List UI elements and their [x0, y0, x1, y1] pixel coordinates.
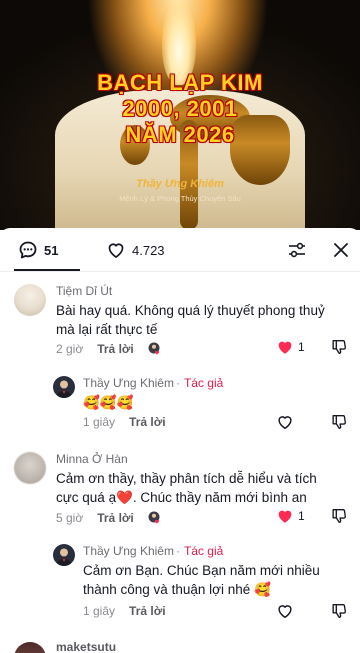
author-avatar-icon	[56, 380, 72, 398]
reply-meta: 1 giây Trả lời	[83, 604, 166, 618]
comment-time: 2 giờ	[56, 342, 84, 356]
comment-item: maketsutu	[0, 632, 360, 653]
tab-comments[interactable]: 51	[18, 240, 58, 260]
comment-username[interactable]: Minna Ở Hàn	[56, 452, 128, 466]
reply-text: Cảm ơn Bạn. Chúc Bạn năm mới nhiều thành…	[83, 563, 320, 597]
avatar[interactable]	[53, 376, 75, 398]
comment-item: Tiệm Dỉ Út Bài hay quá. Không quá lý thu…	[0, 272, 360, 422]
dislike-icon[interactable]	[330, 507, 348, 525]
comments-sheet: 51 4.723 Tiệm Dỉ Út Bài hay quá. Không q…	[0, 228, 360, 653]
reply-button[interactable]: Trả lời	[97, 511, 134, 525]
dislike-icon[interactable]	[330, 338, 348, 356]
reply-text: 🥰🥰🥰	[83, 395, 134, 410]
author-tag: Tác giả	[183, 544, 224, 558]
separator-dot: ·	[175, 544, 180, 558]
dislike-icon[interactable]	[330, 413, 348, 431]
tab-likes[interactable]: 4.723	[106, 240, 165, 260]
comments-header: 51 4.723	[0, 228, 360, 272]
avatar[interactable]	[14, 642, 46, 653]
active-tab-indicator	[14, 269, 80, 271]
comment-meta: 2 giờ Trả lời	[56, 342, 162, 356]
author-liked-avatar-icon	[148, 511, 160, 524]
heart-filled-icon	[278, 341, 292, 354]
author-liked-avatar-icon	[148, 342, 160, 355]
close-icon[interactable]	[331, 240, 351, 260]
comment-meta: 5 giờ Trả lời	[56, 511, 162, 525]
separator-dot: ·	[175, 376, 180, 390]
filter-sliders-icon[interactable]	[287, 240, 307, 260]
avatar[interactable]	[14, 452, 46, 484]
reply-button[interactable]: Trả lời	[129, 415, 166, 429]
reply-author-name[interactable]: Thầy Ưng Khiêm	[83, 376, 174, 390]
heart-icon	[108, 243, 124, 258]
comment-like-button[interactable]: 1	[276, 507, 305, 525]
reply-meta: 1 giây Trả lời	[83, 415, 166, 429]
comment-username[interactable]: maketsutu	[56, 640, 116, 653]
video-title-line: BẠCH LẠP KIM	[97, 70, 263, 95]
reply-username: Thầy Ưng Khiêm · Tác giả	[83, 544, 223, 558]
comment-text: Bài hay quá. Không quá lý thuyết phong t…	[56, 303, 325, 337]
reply-author-name[interactable]: Thầy Ưng Khiêm	[83, 544, 174, 558]
comment-like-count: 1	[298, 340, 305, 354]
video-author: Thầy Ưng Khiêm	[136, 178, 224, 190]
comment-like-button[interactable]: 1	[276, 338, 305, 356]
author-tag: Tác giả	[183, 376, 224, 390]
reply-time: 1 giây	[83, 415, 116, 429]
comment-like-count: 1	[298, 509, 305, 523]
video-thumbnail[interactable]: BẠCH LẠP KIM 2000, 2001 NĂM 2026 Thầy Ưn…	[0, 0, 360, 230]
heart-filled-icon	[278, 510, 292, 523]
reply-button[interactable]: Trả lời	[129, 604, 166, 618]
video-title-line: NĂM 2026	[125, 122, 235, 147]
video-title-line: 2000, 2001	[122, 96, 238, 121]
comment-username[interactable]: Tiệm Dỉ Út	[56, 284, 112, 298]
author-avatar-icon	[56, 548, 72, 566]
comment-count: 51	[44, 242, 59, 258]
reply-time: 1 giây	[83, 604, 116, 618]
video-title: BẠCH LẠP KIM 2000, 2001 NĂM 2026	[0, 70, 360, 148]
heart-outline-icon[interactable]	[276, 413, 294, 431]
video-subtitle: Mệnh Lý & Phong Thủy Chuyên Sâu	[119, 194, 241, 203]
like-count: 4.723	[132, 242, 165, 258]
comment-time: 5 giờ	[56, 511, 84, 525]
avatar[interactable]	[14, 284, 46, 316]
dislike-icon[interactable]	[330, 602, 348, 620]
comment-icon	[19, 241, 37, 259]
avatar[interactable]	[53, 544, 75, 566]
comment-text: Cảm ơn thầy, thầy phân tích dễ hiểu và t…	[56, 471, 317, 505]
heart-outline-icon[interactable]	[276, 602, 294, 620]
reply-button[interactable]: Trả lời	[97, 342, 134, 356]
comment-item: Minna Ở Hàn Cảm ơn thầy, thầy phân tích …	[0, 440, 360, 597]
reply-username: Thầy Ưng Khiêm · Tác giả	[83, 376, 223, 390]
